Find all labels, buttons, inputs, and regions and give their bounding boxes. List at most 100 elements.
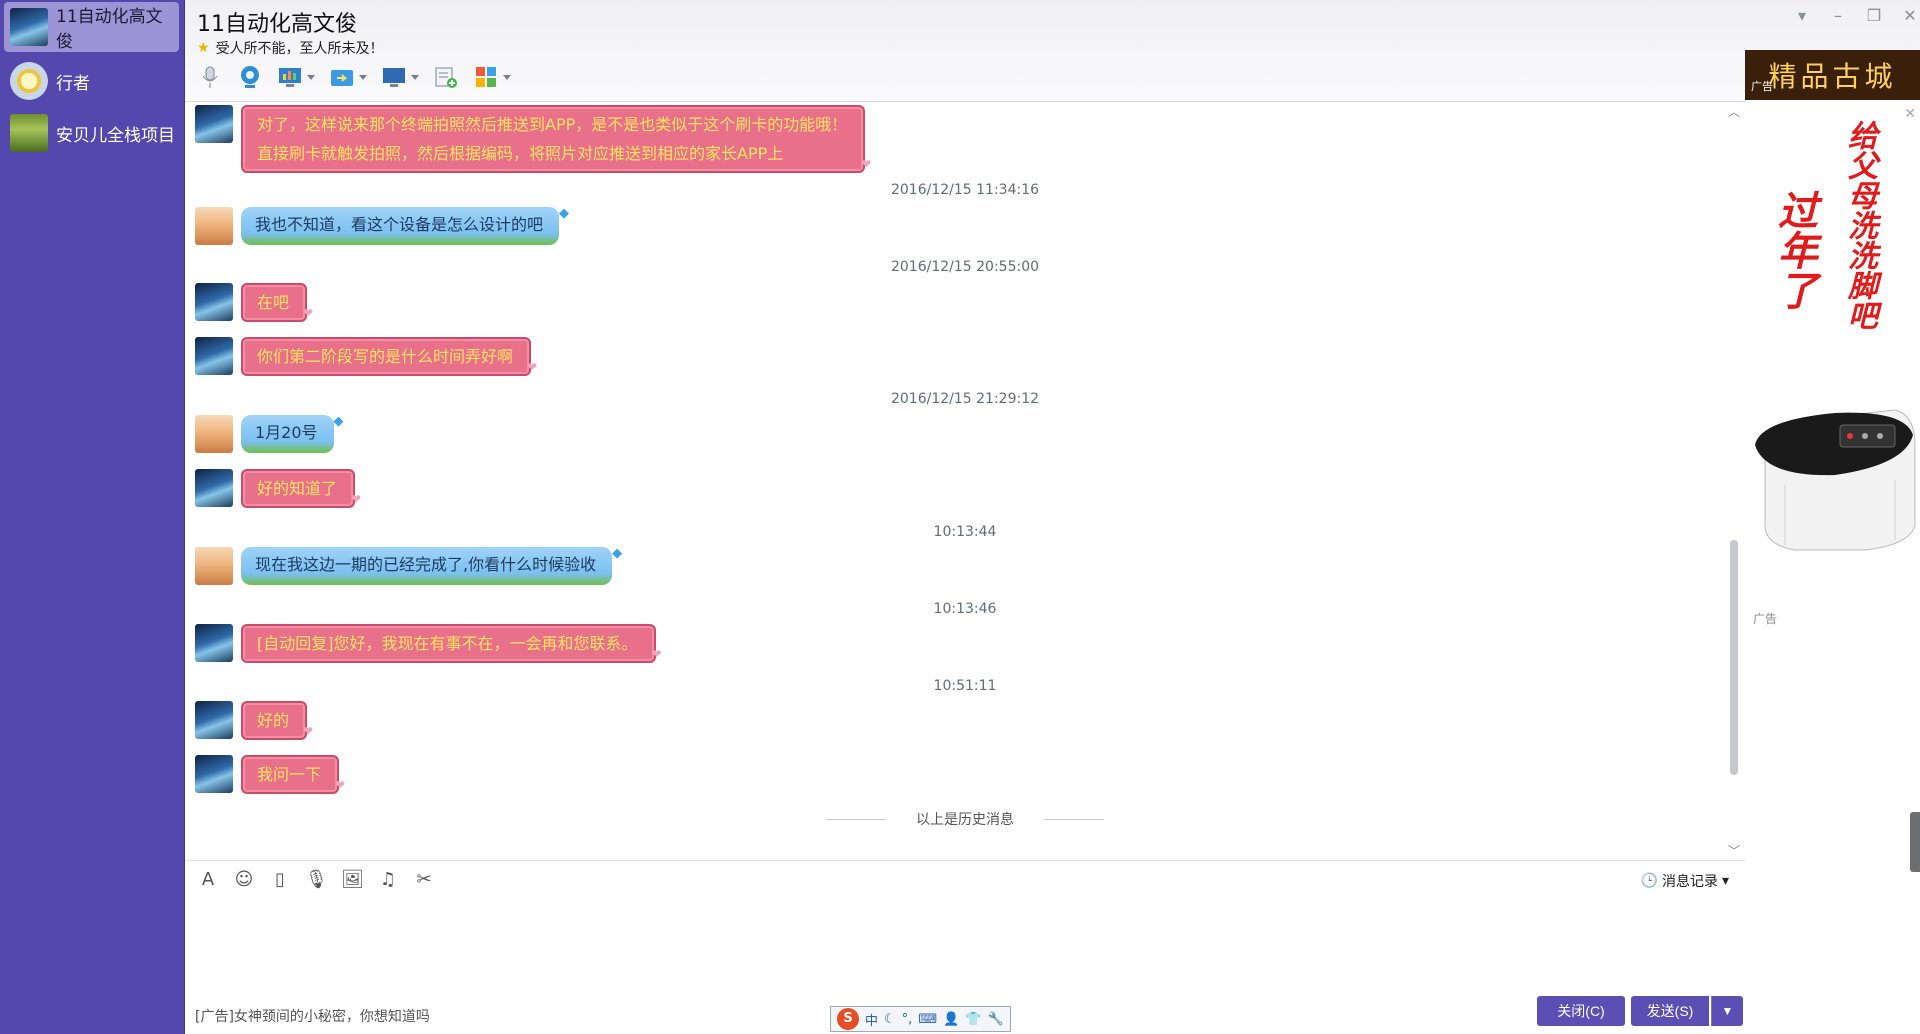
- close-icon[interactable]: ✕: [1900, 6, 1920, 25]
- compose-toolbar: A ☺ ▯ 🎙 🖼 ♫ ✂: [197, 869, 435, 891]
- wrench-icon[interactable]: 🔧: [987, 1012, 1003, 1027]
- sidebar-item-xingzhe[interactable]: 行者: [4, 56, 179, 106]
- message-history-button[interactable]: 🕒 消息记录 ▾: [1641, 871, 1729, 891]
- heart-icon: ❤: [302, 724, 314, 738]
- maximize-icon[interactable]: ❐: [1864, 6, 1884, 25]
- close-icon[interactable]: ✕: [1904, 106, 1916, 122]
- message-timestamp: 2016/12/15 21:29:12: [890, 391, 1040, 407]
- foot-bath-product-image[interactable]: [1745, 405, 1920, 555]
- message-text: 直接刷卡就触发拍照，然后根据编码，将照片对应推送到相应的家长APP上: [257, 144, 784, 163]
- message-text: 对了，这样说来那个终端拍照然后推送到APP，是不是也类似于这个刷卡的功能哦！: [257, 115, 848, 134]
- signature-text: 受人所不能，至人所未及！: [215, 41, 384, 57]
- chevron-down-icon[interactable]: ▾: [1792, 6, 1812, 25]
- kite-icon: ◆: [333, 414, 344, 429]
- ime-toolbar[interactable]: S 中 ☾ °, ⌨ 👤 👕 🔧: [830, 1006, 1011, 1032]
- punctuation-icon[interactable]: °,: [902, 1012, 913, 1027]
- ad-link[interactable]: [广告]女神颈间的小秘密，你想知道吗: [195, 1006, 430, 1026]
- microphone-icon: [202, 66, 218, 88]
- message-row: 1月20号 ◆: [195, 414, 344, 453]
- contact-signature: ★ 受人所不能，至人所未及！: [197, 38, 384, 58]
- ad-banner[interactable]: 精品古城 广告: [1745, 50, 1920, 100]
- avatar[interactable]: [195, 701, 233, 739]
- send-button[interactable]: 发送(S): [1631, 996, 1709, 1026]
- avatar[interactable]: [195, 105, 233, 143]
- scroll-down-icon[interactable]: ﹀: [1728, 842, 1740, 859]
- message-text: 现在我这边一期的已经完成了,你看什么时候验收: [255, 555, 597, 574]
- ad-side-tab[interactable]: [1910, 812, 1920, 872]
- monitor-icon: [383, 68, 405, 87]
- sidebar-item-anbeier-project[interactable]: 安贝儿全栈项目: [4, 108, 179, 158]
- user-icon[interactable]: 👤: [943, 1012, 959, 1027]
- send-options-button[interactable]: ▼: [1711, 996, 1743, 1026]
- message-row: [自动回复]您好，我现在有事不在，一会再和您联系。 ❤: [195, 624, 662, 663]
- image-icon[interactable]: 🖼: [341, 869, 364, 891]
- chat-window: 11自动化高文俊 ★ 受人所不能，至人所未及！ ▾ – ❐ ✕ 对了，这样说来那…: [185, 0, 1920, 1034]
- sidebar-item-label: 11自动化高文俊: [56, 7, 163, 52]
- contact-name[interactable]: 11自动化高文俊: [197, 6, 357, 38]
- avatar[interactable]: [195, 624, 233, 662]
- message-timestamp: 10:13:44: [933, 524, 997, 540]
- message-input[interactable]: [195, 905, 1735, 985]
- moon-icon[interactable]: ☾: [884, 1012, 896, 1027]
- message-text: 我也不知道，看这个设备是怎么设计的吧: [255, 215, 544, 234]
- message-bubble: 你们第二阶段写的是什么时间弄好啊 ❤: [241, 337, 537, 376]
- skin-icon[interactable]: 👕: [965, 1012, 981, 1027]
- message-timestamp: 2016/12/15 11:34:16: [890, 182, 1040, 198]
- message-row: 现在我这边一期的已经完成了,你看什么时候验收 ◆: [195, 546, 622, 585]
- message-bubble: 1月20号 ◆: [241, 414, 344, 453]
- ad-slogan[interactable]: 过年了 给父母洗洗脚吧: [1765, 120, 1881, 330]
- emoji-icon[interactable]: ☺: [233, 869, 255, 891]
- sidebar-item-label: 安贝儿全栈项目: [56, 125, 175, 146]
- message-row: 我问一下 ❤: [195, 755, 345, 794]
- message-text: 你们第二阶段写的是什么时间弄好啊: [257, 347, 514, 366]
- voice-message-icon[interactable]: 🎙: [305, 869, 328, 891]
- chevron-down-icon[interactable]: [307, 74, 315, 80]
- sogou-logo-icon[interactable]: S: [837, 1008, 859, 1030]
- message-row: 在吧 ❤: [195, 283, 313, 322]
- avatar[interactable]: [195, 415, 233, 453]
- avatar[interactable]: [195, 283, 233, 321]
- screen-share-button[interactable]: [277, 62, 315, 92]
- clock-icon: 🕒: [1640, 873, 1658, 889]
- font-icon[interactable]: A: [197, 869, 219, 891]
- avatar[interactable]: [195, 469, 233, 507]
- close-button[interactable]: 关闭(C): [1537, 996, 1625, 1026]
- keyboard-icon[interactable]: ⌨: [918, 1012, 937, 1027]
- compose-area: A ☺ ▯ 🎙 🖼 ♫ ✂ 🕒 消息记录 ▾ [广告]女神颈间的小秘密，你想知道…: [185, 860, 1745, 1034]
- camera-icon: [241, 66, 259, 88]
- message-text: 好的: [257, 711, 290, 730]
- message-text: 在吧: [257, 293, 290, 312]
- chevron-down-icon[interactable]: [359, 74, 367, 80]
- message-bubble: 好的 ❤: [241, 701, 313, 740]
- remote-assist-button[interactable]: [381, 62, 419, 92]
- avatar[interactable]: [195, 207, 233, 245]
- message-row: 好的 ❤: [195, 701, 313, 740]
- chevron-down-icon[interactable]: [503, 74, 511, 80]
- apps-button[interactable]: [473, 62, 511, 92]
- chat-scrollbar[interactable]: ︿ ﹀: [1728, 103, 1740, 859]
- chat-toolbar: [197, 62, 511, 92]
- send-file-button[interactable]: [329, 62, 367, 92]
- scroll-up-icon[interactable]: ︿: [1728, 103, 1740, 120]
- ime-chinese-mode[interactable]: 中: [865, 1010, 878, 1029]
- video-call-button[interactable]: [237, 62, 263, 92]
- message-history-label: 消息记录: [1661, 874, 1718, 890]
- avatar[interactable]: [195, 337, 233, 375]
- sidebar-item-11-automation-gao-wenjun[interactable]: 11自动化高文俊: [4, 2, 179, 52]
- ad-banner-text: 精品古城: [1768, 60, 1897, 93]
- shake-window-icon[interactable]: ▯: [269, 869, 291, 891]
- voice-call-button[interactable]: [197, 62, 223, 92]
- screenshot-scissors-icon[interactable]: ✂: [413, 869, 435, 891]
- message-bubble: 我也不知道，看这个设备是怎么设计的吧 ◆: [241, 206, 569, 245]
- ad-slogan-main: 过年了: [1771, 190, 1818, 310]
- avatar[interactable]: [195, 755, 233, 793]
- avatar[interactable]: [195, 547, 233, 585]
- music-icon[interactable]: ♫: [377, 869, 399, 891]
- minimize-icon[interactable]: –: [1828, 6, 1848, 25]
- scrollbar-thumb[interactable]: [1730, 540, 1738, 775]
- message-bubble: 好的知道了 ❤: [241, 469, 361, 508]
- message-bubble: 在吧 ❤: [241, 283, 313, 322]
- create-discussion-button[interactable]: [433, 62, 459, 92]
- chevron-down-icon[interactable]: [411, 74, 419, 80]
- add-group-icon: [435, 67, 457, 88]
